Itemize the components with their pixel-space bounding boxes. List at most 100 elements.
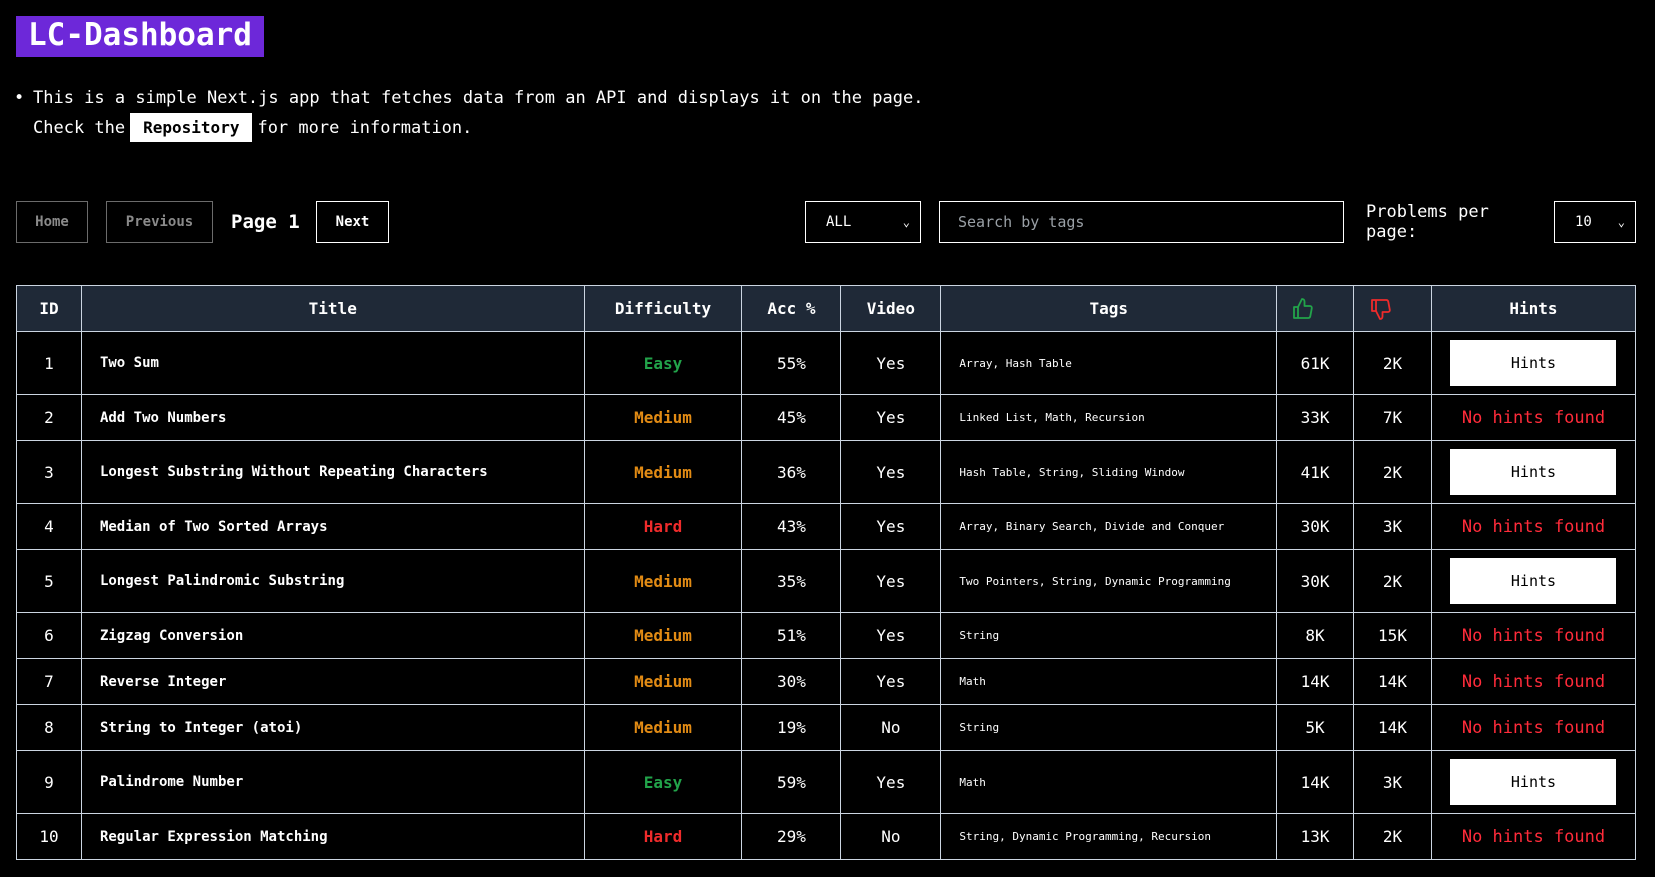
- cell-difficulty: Easy: [583, 750, 743, 814]
- cell-likes: 30K: [1276, 549, 1355, 613]
- header-dislikes[interactable]: [1353, 285, 1432, 332]
- cell-video: Yes: [840, 503, 942, 550]
- next-button[interactable]: Next: [316, 201, 389, 243]
- cell-likes: 13K: [1276, 813, 1355, 860]
- cell-dislikes: 2K: [1353, 440, 1432, 504]
- cell-tags: String, Dynamic Programming, Recursion: [940, 813, 1278, 860]
- cell-acc: 55%: [741, 331, 842, 395]
- cell-difficulty: Hard: [583, 503, 743, 550]
- cell-acc: 36%: [741, 440, 842, 504]
- header-difficulty[interactable]: Difficulty: [583, 285, 743, 332]
- cell-tags: Math: [940, 658, 1278, 705]
- problems-per-page-select[interactable]: 10 ⌄: [1554, 201, 1636, 243]
- cell-likes: 61K: [1276, 331, 1355, 395]
- table-body: 1 Two Sum Easy 55% Yes Array, Hash Table 61K 2K…: [16, 331, 1637, 860]
- cell-dislikes: 3K: [1353, 750, 1432, 814]
- cell-dislikes: 14K: [1353, 704, 1432, 751]
- table-row: 9 Palindrome Number Easy 59% Yes Math 14K 3K Hin…: [16, 750, 1637, 814]
- table-row: 2 Add Two Numbers Medium 45% Yes Linked List,…: [16, 394, 1637, 441]
- cell-acc: 59%: [741, 750, 842, 814]
- cell-acc: 35%: [741, 549, 842, 613]
- cell-dislikes: 3K: [1353, 503, 1432, 550]
- header-acc[interactable]: Acc %: [741, 285, 842, 332]
- cell-title[interactable]: Longest Palindromic Substring: [80, 549, 585, 613]
- cell-acc: 29%: [741, 813, 842, 860]
- table-header-row: ID Title Difficulty Acc % Video Tags Hin…: [16, 285, 1637, 332]
- cell-title[interactable]: Add Two Numbers: [80, 394, 585, 441]
- cell-id: 2: [16, 394, 82, 441]
- cell-likes: 30K: [1276, 503, 1355, 550]
- cell-difficulty: Medium: [583, 549, 743, 613]
- cell-likes: 5K: [1276, 704, 1355, 751]
- cell-id: 8: [16, 704, 82, 751]
- cell-title[interactable]: Zigzag Conversion: [80, 612, 585, 659]
- cell-hints: No hints found: [1430, 394, 1637, 441]
- cell-likes: 8K: [1276, 612, 1355, 659]
- cell-tags: Array, Hash Table: [940, 331, 1278, 395]
- cell-id: 10: [16, 813, 82, 860]
- hints-button[interactable]: Hints: [1450, 759, 1617, 805]
- description-line-2: Check the Repository for more information.: [14, 113, 923, 143]
- hints-button[interactable]: Hints: [1450, 558, 1617, 604]
- cell-dislikes: 2K: [1353, 813, 1432, 860]
- cell-dislikes: 15K: [1353, 612, 1432, 659]
- cell-tags: Two Pointers, String, Dynamic Programmin…: [940, 549, 1278, 613]
- cell-title[interactable]: Median of Two Sorted Arrays: [80, 503, 585, 550]
- cell-video: No: [840, 813, 942, 860]
- page-indicator: Page 1: [231, 211, 300, 233]
- cell-video: Yes: [840, 658, 942, 705]
- cell-tags: Array, Binary Search, Divide and Conquer: [940, 503, 1278, 550]
- cell-video: Yes: [840, 612, 942, 659]
- chevron-down-icon: ⌄: [902, 215, 910, 229]
- cell-hints: No hints found: [1430, 612, 1637, 659]
- cell-hints: No hints found: [1430, 503, 1637, 550]
- cell-difficulty: Hard: [583, 813, 743, 860]
- difficulty-select[interactable]: ALL ⌄: [805, 201, 921, 243]
- bullet-icon: •: [14, 88, 25, 108]
- table-row: 7 Reverse Integer Medium 30% Yes Math 14K 14K No…: [16, 658, 1637, 705]
- cell-likes: 14K: [1276, 750, 1355, 814]
- cell-video: Yes: [840, 394, 942, 441]
- header-hints: Hints: [1430, 285, 1637, 332]
- hints-button[interactable]: Hints: [1450, 449, 1617, 495]
- cell-tags: Linked List, Math, Recursion: [940, 394, 1278, 441]
- cell-video: Yes: [840, 440, 942, 504]
- table-row: 4 Median of Two Sorted Arrays Hard 43% Yes Ar…: [16, 503, 1637, 550]
- cell-title[interactable]: Regular Expression Matching: [80, 813, 585, 860]
- cell-acc: 51%: [741, 612, 842, 659]
- cell-dislikes: 14K: [1353, 658, 1432, 705]
- cell-video: No: [840, 704, 942, 751]
- previous-button[interactable]: Previous: [106, 201, 213, 243]
- header-video[interactable]: Video: [840, 285, 942, 332]
- header-id[interactable]: ID: [16, 285, 82, 332]
- thumbs-down-icon: [1370, 298, 1391, 320]
- cell-hints: No hints found: [1430, 813, 1637, 860]
- cell-difficulty: Medium: [583, 612, 743, 659]
- header-likes[interactable]: [1276, 285, 1355, 332]
- cell-difficulty: Medium: [583, 658, 743, 705]
- table-row: 3 Longest Substring Without Repeating Cha…: [16, 440, 1637, 504]
- cell-id: 3: [16, 440, 82, 504]
- header-title[interactable]: Title: [80, 285, 585, 332]
- problems-per-page-label: Problems per page:: [1366, 202, 1489, 242]
- cell-dislikes: 2K: [1353, 549, 1432, 613]
- hints-button[interactable]: Hints: [1450, 340, 1617, 386]
- repository-link[interactable]: Repository: [130, 113, 253, 142]
- cell-id: 4: [16, 503, 82, 550]
- cell-title[interactable]: String to Integer (atoi): [80, 704, 585, 751]
- cell-title[interactable]: Reverse Integer: [80, 658, 585, 705]
- chevron-down-icon: ⌄: [1617, 215, 1625, 229]
- cell-title[interactable]: Longest Substring Without Repeating Char…: [80, 440, 585, 504]
- cell-id: 9: [16, 750, 82, 814]
- home-button[interactable]: Home: [16, 201, 88, 243]
- cell-difficulty: Medium: [583, 440, 743, 504]
- cell-acc: 45%: [741, 394, 842, 441]
- cell-title[interactable]: Two Sum: [80, 331, 585, 395]
- problems-table: ID Title Difficulty Acc % Video Tags Hin…: [16, 285, 1637, 860]
- cell-difficulty: Medium: [583, 394, 743, 441]
- cell-tags: String: [940, 704, 1278, 751]
- cell-dislikes: 2K: [1353, 331, 1432, 395]
- cell-title[interactable]: Palindrome Number: [80, 750, 585, 814]
- header-tags[interactable]: Tags: [940, 285, 1278, 332]
- search-input[interactable]: Search by tags: [939, 201, 1344, 243]
